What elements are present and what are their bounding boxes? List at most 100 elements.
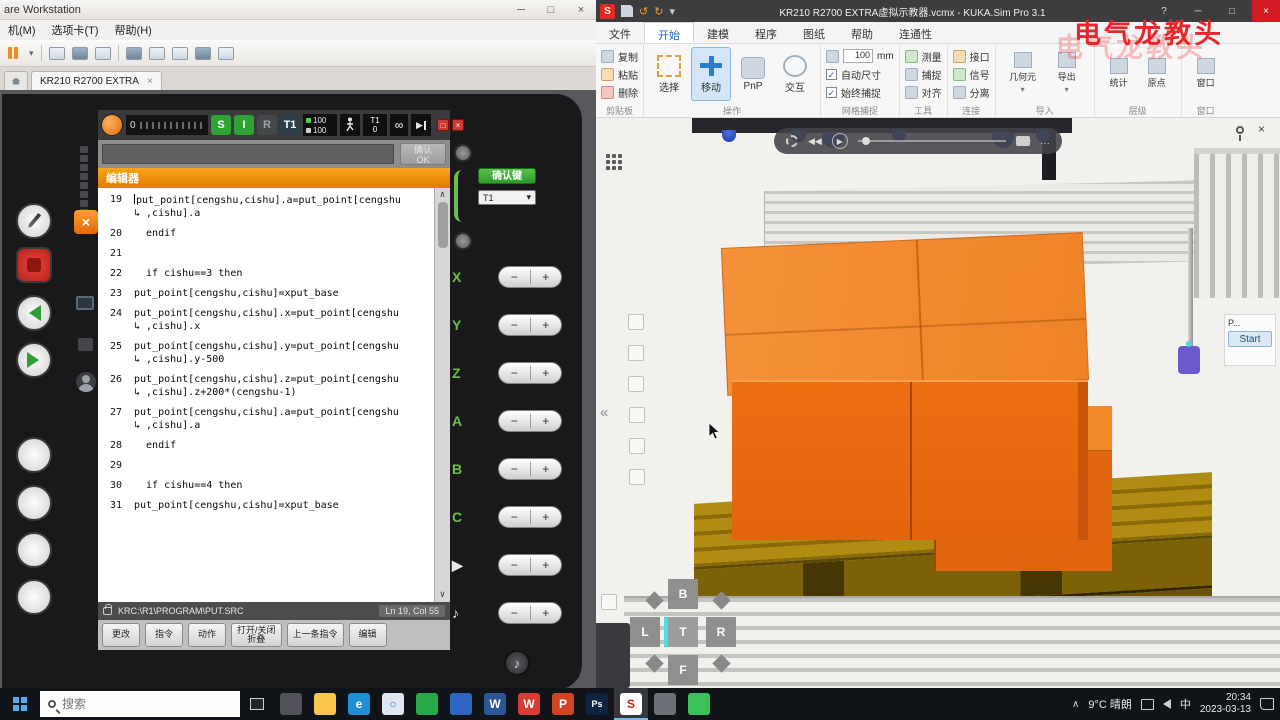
override-speed-box[interactable]: 100 100 <box>303 114 337 136</box>
ribbon-button[interactable]: 复制 <box>601 47 638 65</box>
user-icon[interactable] <box>76 372 96 392</box>
status-indicator[interactable]: R <box>257 115 277 135</box>
code-line[interactable]: 21 <box>102 248 432 259</box>
panel-close-icon[interactable]: × <box>1258 122 1265 136</box>
message-ack-key[interactable]: × <box>74 210 98 234</box>
gear-icon[interactable] <box>786 135 798 147</box>
ribbon-big-button[interactable]: PnP <box>733 47 773 101</box>
send-keys-icon[interactable] <box>48 46 65 60</box>
view-cube-front[interactable]: F <box>668 655 698 685</box>
taskbar-app[interactable]: P <box>546 688 580 720</box>
blank-key[interactable] <box>16 579 52 615</box>
home-tab[interactable] <box>4 71 28 90</box>
view-tool-icon[interactable] <box>629 469 645 485</box>
notification-center-icon[interactable] <box>1260 698 1274 710</box>
space-mouse-knob[interactable] <box>454 144 472 162</box>
view-cube-left[interactable]: L <box>630 617 660 647</box>
settings-icon[interactable] <box>78 338 93 351</box>
code-line[interactable]: 31 put_point[cengshu,cishu]=xput_base <box>102 500 432 511</box>
scroll-thumb[interactable] <box>437 202 448 248</box>
keyboard-key[interactable]: ♪ <box>504 650 530 676</box>
blank-key[interactable] <box>16 532 52 568</box>
status-indicator[interactable]: I <box>234 115 254 135</box>
task-view-button[interactable] <box>240 688 274 720</box>
jog-rocker-key[interactable]: − + <box>498 410 562 432</box>
taskbar-app[interactable]: S <box>614 688 648 720</box>
ribbon-button[interactable]: 对齐 <box>904 83 942 101</box>
space-mouse-knob[interactable] <box>454 232 472 250</box>
code-editor[interactable]: 19 put_point[cengshu,cishu].a=put_point[… <box>98 188 450 602</box>
code-line[interactable]: 20 endif <box>102 228 432 239</box>
snapshot-icon[interactable] <box>71 46 88 60</box>
ribbon-button[interactable]: 导出 ▾ <box>1045 47 1089 99</box>
pause-caret-icon[interactable]: ▾ <box>29 48 34 59</box>
ribbon-tab[interactable]: 连通性 <box>886 22 945 43</box>
quick-access-caret-icon[interactable]: ▾ <box>669 5 675 18</box>
view-cube-top[interactable]: T <box>668 617 698 647</box>
jog-plus[interactable]: + <box>531 462 562 476</box>
close-button[interactable]: × <box>566 4 596 16</box>
menu-item[interactable]: 机(M) <box>0 20 44 40</box>
weather-widget[interactable]: 9°C 晴朗 <box>1088 696 1132 712</box>
tab-close-icon[interactable]: × <box>147 76 153 87</box>
jog-plus[interactable]: + <box>531 606 562 620</box>
code-line[interactable]: 30 if cishu==4 then <box>102 480 432 491</box>
blank-key[interactable] <box>16 437 52 473</box>
jog-rocker-key[interactable]: − + <box>498 266 562 288</box>
ribbon-button[interactable]: 分离 <box>952 83 990 101</box>
checkbox[interactable]: ✓ <box>826 86 837 98</box>
fullscreen-icon[interactable] <box>125 46 142 60</box>
ribbon-tab[interactable]: 程序 <box>742 22 790 43</box>
taskbar-app[interactable] <box>274 688 308 720</box>
alarm-window-icon[interactable]: □ <box>437 119 449 131</box>
code-line[interactable]: 22 if cishu==3 then <box>102 268 432 279</box>
jog-minus[interactable]: − <box>499 366 530 380</box>
softkey-button[interactable]: 编辑 <box>348 623 387 647</box>
save-icon[interactable] <box>621 5 633 17</box>
view-tool-icon[interactable] <box>629 407 645 423</box>
menu-item[interactable]: 选项卡(T) <box>44 20 107 40</box>
start-button[interactable] <box>0 688 40 720</box>
more-icon[interactable]: … <box>1040 136 1050 147</box>
continuous-mode-box[interactable]: ∞ <box>390 114 408 136</box>
revert-snapshot-icon[interactable] <box>94 46 111 60</box>
step-mode-box[interactable]: ▶ <box>411 114 431 136</box>
code-line[interactable]: 19 put_point[cengshu,cishu].a=put_point[… <box>102 194 432 219</box>
taskbar-app[interactable]: ○ <box>376 688 410 720</box>
taskbar-search[interactable] <box>40 691 240 717</box>
menu-item[interactable]: 帮助(H) <box>107 20 160 40</box>
view-tool-icon[interactable] <box>601 594 617 610</box>
acknowledge-button[interactable]: 确认 OK <box>400 143 446 165</box>
display-icon[interactable] <box>76 296 94 310</box>
ribbon-button[interactable]: 信号 <box>952 65 990 83</box>
code-line[interactable]: 26 put_point[cengshu,cishu].z=put_point[… <box>102 374 432 398</box>
mode-select[interactable]: T1 ▾ <box>478 190 536 205</box>
status-indicator[interactable]: T1 <box>280 115 300 135</box>
ribbon-tab[interactable]: 帮助 <box>838 22 886 43</box>
ribbon-button[interactable]: 几何元 ▾ <box>1001 47 1045 99</box>
program-run-bar[interactable]: 0 <box>126 115 208 135</box>
pause-button[interactable] <box>8 46 22 60</box>
confirm-key-button[interactable]: 确认键 <box>478 168 536 184</box>
scroll-down-icon[interactable]: ∨ <box>440 590 445 600</box>
alarm-close-icon[interactable]: × <box>452 119 464 131</box>
taskbar-app[interactable] <box>308 688 342 720</box>
jog-minus[interactable]: − <box>499 318 530 332</box>
view-cube-edge-highlight[interactable] <box>664 617 668 647</box>
jog-rocker-key[interactable]: − + <box>498 458 562 480</box>
robot-logo-icon[interactable] <box>101 114 123 136</box>
edit-key[interactable] <box>16 203 52 239</box>
jog-rocker-key[interactable]: − + <box>498 554 562 576</box>
jog-minus[interactable]: − <box>499 558 530 572</box>
jog-rocker-key[interactable]: − + <box>498 362 562 384</box>
start-button[interactable]: Start <box>1228 331 1272 347</box>
jog-minus[interactable]: − <box>499 510 530 524</box>
console-view-icon[interactable] <box>171 46 188 60</box>
network-icon[interactable] <box>1140 698 1154 710</box>
view-tool-icon[interactable] <box>628 345 644 361</box>
code-line[interactable]: 24 put_point[cengshu,cishu].x=put_point[… <box>102 308 432 332</box>
code-line[interactable]: 28 endif <box>102 440 432 451</box>
view-tool-icon[interactable] <box>628 314 644 330</box>
scroll-up-icon[interactable]: ∧ <box>440 190 445 200</box>
softkey-button[interactable]: 打开/关闭 折叠 <box>231 623 282 647</box>
